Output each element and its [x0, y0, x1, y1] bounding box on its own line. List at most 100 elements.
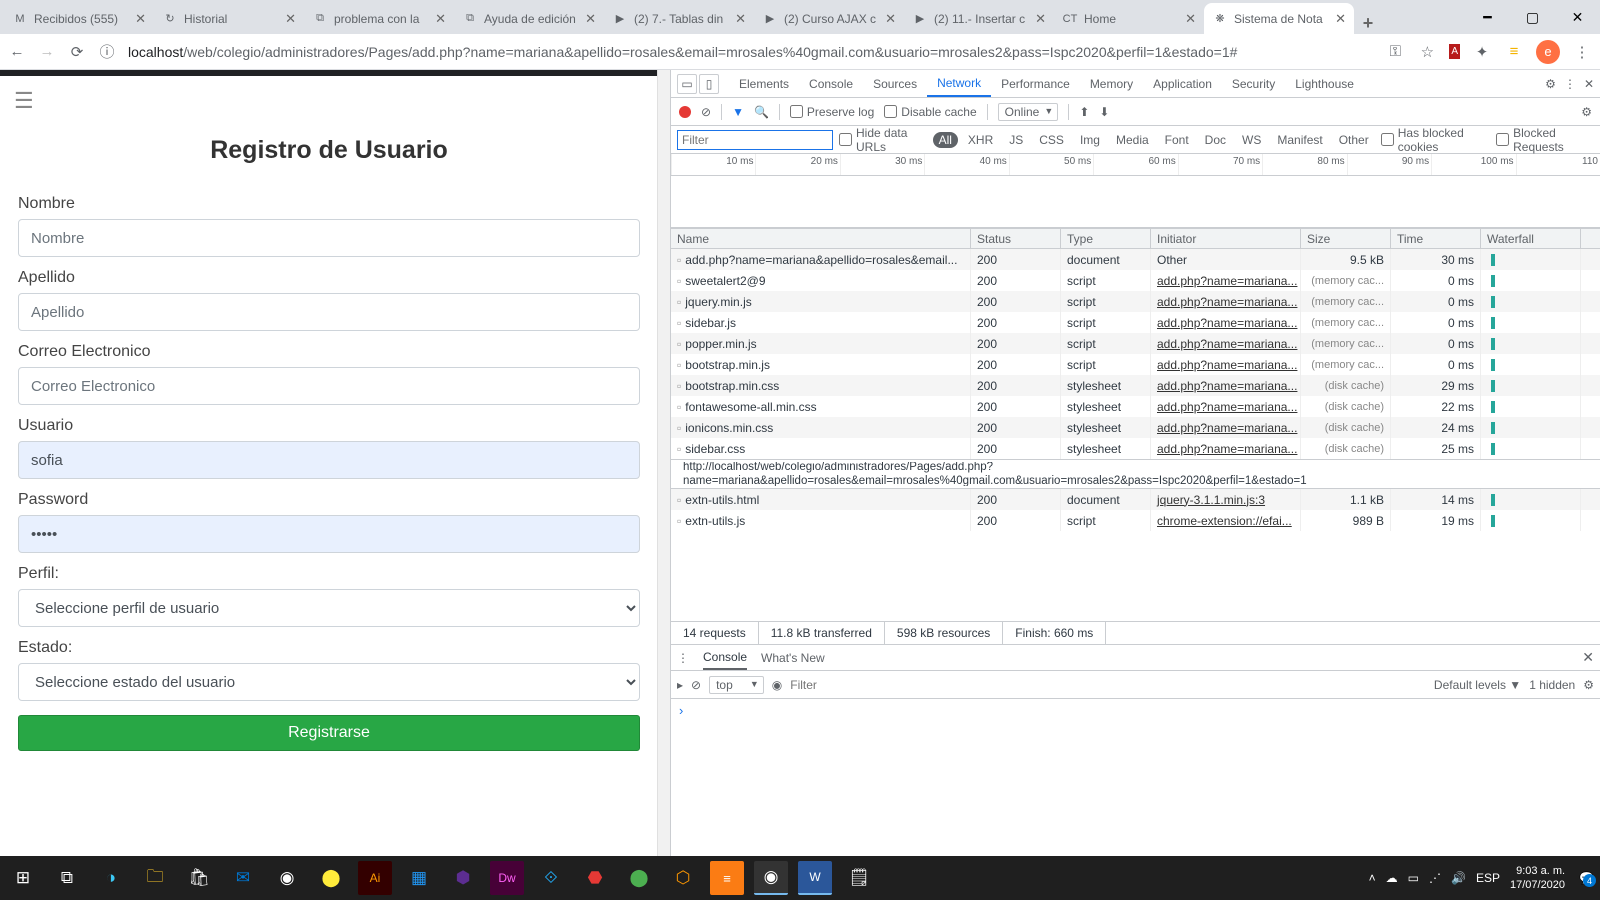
- device-toggle-icon[interactable]: ▯: [699, 74, 719, 94]
- password-key-icon[interactable]: ⚿: [1385, 43, 1405, 60]
- forward-button[interactable]: →: [38, 43, 56, 60]
- tray-cloud-icon[interactable]: ☁: [1386, 871, 1398, 885]
- col-waterfall[interactable]: Waterfall: [1481, 229, 1581, 248]
- app-icon-2[interactable]: ▦: [402, 861, 436, 895]
- blocked-requests-checkbox[interactable]: Blocked Requests: [1496, 126, 1594, 154]
- table-row[interactable]: sidebar.js200scriptadd.php?name=mariana.…: [671, 312, 1600, 333]
- site-info-icon[interactable]: ⓘ: [98, 41, 116, 62]
- window-minimize[interactable]: ━: [1465, 0, 1510, 34]
- task-view-icon[interactable]: ⧉: [50, 861, 84, 895]
- hide-data-urls-checkbox[interactable]: Hide data URLs: [839, 126, 927, 154]
- app-icon-5[interactable]: ⬡: [666, 861, 700, 895]
- dreamweaver-icon[interactable]: Dw: [490, 861, 524, 895]
- filter-type-doc[interactable]: Doc: [1199, 132, 1232, 148]
- omnibox[interactable]: localhost/web/colegio/administradores/Pa…: [128, 44, 1373, 60]
- table-row[interactable]: add.php?name=mariana&apellido=rosales&em…: [671, 249, 1600, 270]
- edge-icon[interactable]: ◑: [94, 861, 128, 895]
- page-scrollbar[interactable]: [659, 150, 669, 770]
- log-levels-select[interactable]: Default levels: [1434, 678, 1521, 692]
- tab-close-icon[interactable]: ✕: [585, 11, 596, 27]
- estado-select[interactable]: Seleccione estado del usuario: [18, 663, 640, 701]
- window-maximize[interactable]: ▢: [1510, 0, 1555, 34]
- vscode-icon[interactable]: ⟐: [534, 861, 568, 895]
- notepad-icon[interactable]: 🗒: [842, 861, 876, 895]
- new-tab-button[interactable]: +: [1354, 13, 1382, 34]
- filter-type-js[interactable]: JS: [1003, 132, 1029, 148]
- disable-cache-checkbox[interactable]: Disable cache: [884, 105, 976, 119]
- browser-tab-2[interactable]: ⧉problema con la✕: [304, 3, 454, 34]
- table-row[interactable]: sidebar.css200stylesheetadd.php?name=mar…: [671, 438, 1600, 459]
- throttling-select[interactable]: Online: [998, 103, 1059, 121]
- devtools-tab-sources[interactable]: Sources: [863, 70, 927, 97]
- col-time[interactable]: Time: [1391, 229, 1481, 248]
- devtools-tab-lighthouse[interactable]: Lighthouse: [1285, 70, 1364, 97]
- clear-button[interactable]: ⊘: [701, 105, 711, 119]
- pdf-extension-icon[interactable]: A: [1449, 44, 1460, 59]
- preserve-log-checkbox[interactable]: Preserve log: [790, 105, 874, 119]
- explorer-icon[interactable]: 🗀: [138, 861, 172, 895]
- apellido-input[interactable]: [18, 293, 640, 331]
- tab-close-icon[interactable]: ✕: [1335, 11, 1346, 27]
- illustrator-icon[interactable]: Ai: [358, 861, 392, 895]
- table-row[interactable]: fontawesome-all.min.css200stylesheetadd.…: [671, 396, 1600, 417]
- devtools-menu-icon[interactable]: ⋮: [1558, 77, 1582, 91]
- filter-type-other[interactable]: Other: [1333, 132, 1375, 148]
- console-eye-icon[interactable]: ◉: [772, 678, 782, 692]
- tab-close-icon[interactable]: ✕: [435, 11, 446, 27]
- devtools-tab-console[interactable]: Console: [799, 70, 863, 97]
- blocked-cookies-checkbox[interactable]: Has blocked cookies: [1381, 126, 1490, 154]
- drawer-console-tab[interactable]: Console: [703, 645, 747, 670]
- upload-har-icon[interactable]: ⬆: [1079, 105, 1089, 119]
- tab-close-icon[interactable]: ✕: [1185, 11, 1196, 27]
- correo-input[interactable]: [18, 367, 640, 405]
- tray-chevron-icon[interactable]: ˄: [1369, 871, 1376, 885]
- devtools-tab-memory[interactable]: Memory: [1080, 70, 1143, 97]
- col-initiator[interactable]: Initiator: [1151, 229, 1301, 248]
- visualstudio-icon[interactable]: ⬢: [446, 861, 480, 895]
- table-row[interactable]: extn-utils.html200documentjquery-3.1.1.m…: [671, 489, 1600, 510]
- table-row[interactable]: ionicons.min.css200stylesheetadd.php?nam…: [671, 417, 1600, 438]
- browser-tab-6[interactable]: ▶(2) 11.- Insertar c✕: [904, 3, 1054, 34]
- table-row[interactable]: jquery.min.js200scriptadd.php?name=maria…: [671, 291, 1600, 312]
- console-prompt[interactable]: ›: [671, 699, 1600, 722]
- tab-close-icon[interactable]: ✕: [135, 11, 146, 27]
- browser-tab-8[interactable]: ❋Sistema de Nota✕: [1204, 3, 1354, 34]
- search-icon[interactable]: 🔍: [754, 105, 769, 119]
- network-settings-icon[interactable]: ⚙: [1581, 105, 1592, 119]
- filter-type-media[interactable]: Media: [1110, 132, 1155, 148]
- filter-type-img[interactable]: Img: [1074, 132, 1106, 148]
- download-har-icon[interactable]: ⬇: [1099, 105, 1109, 119]
- browser-tab-5[interactable]: ▶(2) Curso AJAX c✕: [754, 3, 904, 34]
- devtools-tab-security[interactable]: Security: [1222, 70, 1285, 97]
- filter-type-font[interactable]: Font: [1159, 132, 1195, 148]
- word-icon[interactable]: W: [798, 861, 832, 895]
- window-close[interactable]: ✕: [1555, 0, 1600, 34]
- submit-button[interactable]: Registrarse: [18, 715, 640, 751]
- devtools-settings-icon[interactable]: ⚙: [1545, 77, 1556, 91]
- browser-tab-3[interactable]: ⧉Ayuda de edición✕: [454, 3, 604, 34]
- record-button[interactable]: [679, 106, 691, 118]
- reload-button[interactable]: ⟳: [68, 43, 86, 61]
- console-filter-input[interactable]: [790, 678, 1426, 692]
- perfil-select[interactable]: Seleccione perfil de usuario: [18, 589, 640, 627]
- browser-tab-0[interactable]: MRecibidos (555)✕: [4, 3, 154, 34]
- devtools-tab-application[interactable]: Application: [1143, 70, 1222, 97]
- tray-language[interactable]: ESP: [1476, 871, 1500, 885]
- tab-close-icon[interactable]: ✕: [1035, 11, 1046, 27]
- tab-close-icon[interactable]: ✕: [735, 11, 746, 27]
- devtools-tab-network[interactable]: Network: [927, 70, 991, 97]
- xampp-icon[interactable]: ≡: [710, 861, 744, 895]
- chrome-icon[interactable]: ◉: [754, 861, 788, 895]
- start-button[interactable]: ⊞: [6, 861, 40, 895]
- taskbar-clock[interactable]: 9:03 a. m. 17/07/2020: [1510, 864, 1569, 892]
- browser-tab-7[interactable]: CTHome✕: [1054, 3, 1204, 34]
- tab-close-icon[interactable]: ✕: [885, 11, 896, 27]
- filter-type-xhr[interactable]: XHR: [962, 132, 999, 148]
- filter-type-manifest[interactable]: Manifest: [1271, 132, 1328, 148]
- table-row[interactable]: extn-utils.js200scriptchrome-extension:/…: [671, 510, 1600, 531]
- groove-icon[interactable]: ◉: [270, 861, 304, 895]
- devtools-tab-performance[interactable]: Performance: [991, 70, 1080, 97]
- password-input[interactable]: [18, 515, 640, 553]
- filter-input[interactable]: [677, 130, 833, 150]
- console-clear-icon[interactable]: ⊘: [691, 678, 701, 692]
